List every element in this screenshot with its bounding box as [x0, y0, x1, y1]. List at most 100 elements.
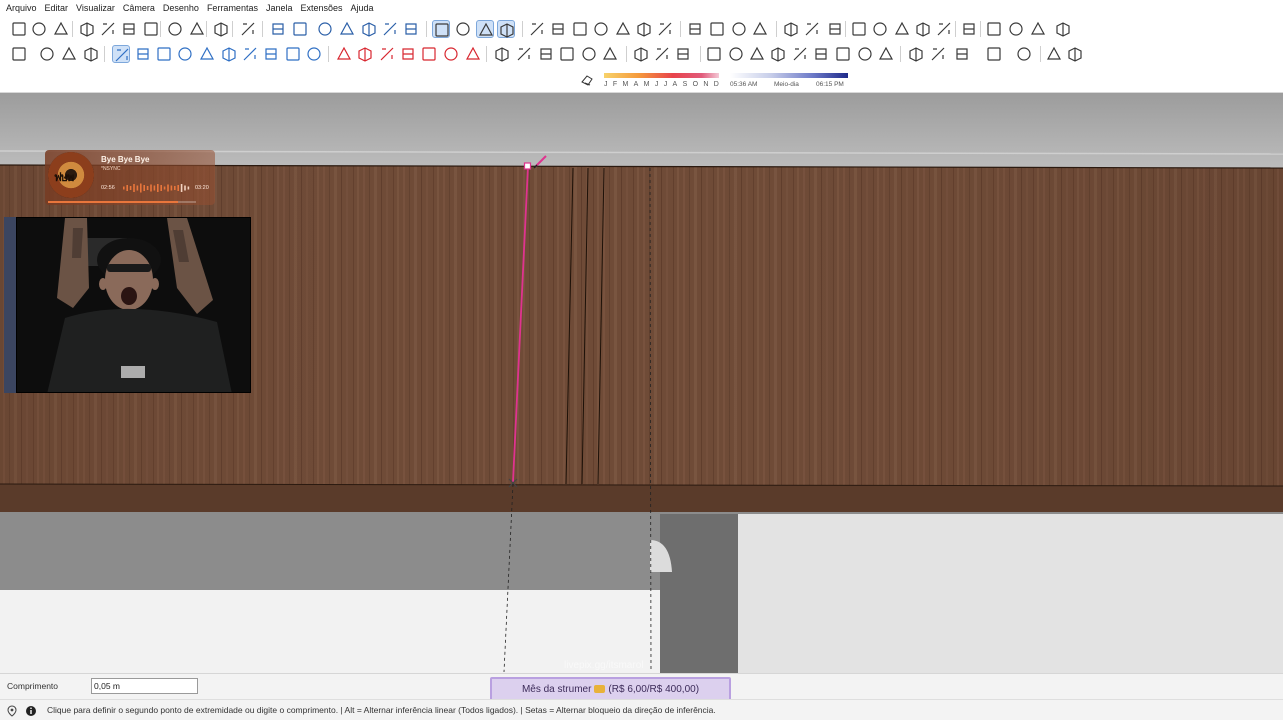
arc-icon[interactable]	[241, 45, 259, 63]
geolocation-icon[interactable]	[6, 704, 18, 717]
panel-icon[interactable]	[1045, 45, 1063, 63]
print-icon[interactable]	[212, 20, 230, 38]
outliner-icon[interactable]	[730, 20, 748, 38]
time-slider[interactable]	[730, 73, 848, 78]
box-icon[interactable]	[929, 45, 947, 63]
rotate-icon[interactable]	[378, 45, 396, 63]
plane-icon[interactable]	[907, 45, 925, 63]
cut-icon[interactable]	[78, 20, 96, 38]
section-fill-icon[interactable]	[592, 20, 610, 38]
cloud-icon[interactable]	[935, 20, 953, 38]
zoom-icon[interactable]	[674, 45, 692, 63]
polygon-icon[interactable]	[220, 45, 238, 63]
select-icon[interactable]	[10, 45, 28, 63]
shadow-toggle-icon[interactable]	[580, 73, 594, 87]
cart-icon[interactable]	[1029, 20, 1047, 38]
curve-icon[interactable]	[1015, 45, 1033, 63]
info-icon[interactable]	[25, 704, 37, 716]
scale-icon[interactable]	[420, 45, 438, 63]
menu-janela[interactable]: Janela	[266, 0, 293, 16]
help-icon[interactable]	[1007, 20, 1025, 38]
zoom-extents-icon[interactable]	[791, 45, 809, 63]
pie-icon[interactable]	[305, 45, 323, 63]
plus-circle-icon[interactable]	[850, 20, 868, 38]
paint-bucket-icon[interactable]	[38, 45, 56, 63]
move-cross-icon[interactable]	[60, 45, 78, 63]
extension-warehouse-icon[interactable]	[803, 20, 821, 38]
rectangle-icon[interactable]	[155, 45, 173, 63]
menu-camera[interactable]: Câmera	[123, 0, 155, 16]
section-cut-icon[interactable]	[571, 20, 589, 38]
move-icon[interactable]	[335, 45, 353, 63]
3d-viewport[interactable]: ฟษพ Bye Bye Bye *NSYNC 02:56 03:20 livep…	[0, 93, 1283, 673]
save-icon[interactable]	[52, 20, 70, 38]
circle-icon[interactable]	[198, 45, 216, 63]
back-edges-icon[interactable]	[454, 20, 472, 38]
left-view-icon[interactable]	[381, 20, 399, 38]
menu-arquivo[interactable]: Arquivo	[6, 0, 37, 16]
copy-icon[interactable]	[99, 20, 117, 38]
eye-icon[interactable]	[856, 45, 874, 63]
bottom-view-icon[interactable]	[402, 20, 420, 38]
top-view-icon[interactable]	[291, 20, 309, 38]
section-icon[interactable]	[834, 45, 852, 63]
follow-me-icon[interactable]	[399, 45, 417, 63]
shapes-icon[interactable]	[656, 20, 674, 38]
gear-components-icon[interactable]	[960, 20, 978, 38]
mirror-icon[interactable]	[985, 45, 1003, 63]
section-display-icon[interactable]	[614, 20, 632, 38]
flip-icon[interactable]	[464, 45, 482, 63]
date-slider[interactable]	[604, 73, 719, 78]
back-view-icon[interactable]	[360, 20, 378, 38]
eraser-icon[interactable]	[82, 45, 100, 63]
erase-icon[interactable]	[142, 20, 160, 38]
axes-icon[interactable]	[580, 45, 598, 63]
look-around-icon[interactable]	[727, 45, 745, 63]
text-icon[interactable]	[558, 45, 576, 63]
wireframe-icon[interactable]	[476, 20, 494, 38]
solid-icon[interactable]	[528, 20, 546, 38]
front-view-icon[interactable]	[316, 20, 334, 38]
menu-visualizar[interactable]: Visualizar	[76, 0, 115, 16]
menu-desenho[interactable]: Desenho	[163, 0, 199, 16]
redo-icon[interactable]	[188, 20, 206, 38]
paste-icon[interactable]	[120, 20, 138, 38]
group-icon[interactable]	[708, 20, 726, 38]
menu-editar[interactable]: Editar	[45, 0, 69, 16]
3pt-arc-icon[interactable]	[284, 45, 302, 63]
zoom-window-icon[interactable]	[769, 45, 787, 63]
position-camera-icon[interactable]	[748, 45, 766, 63]
tape-measure-icon[interactable]	[493, 45, 511, 63]
pan-icon[interactable]	[653, 45, 671, 63]
walk-icon[interactable]	[705, 45, 723, 63]
window-icon[interactable]	[985, 20, 1003, 38]
hidden-line-icon[interactable]	[497, 20, 515, 38]
xray-icon[interactable]	[432, 20, 450, 38]
dimension-icon[interactable]	[537, 45, 555, 63]
outer-shell-icon[interactable]	[893, 20, 911, 38]
3d-text-icon[interactable]	[601, 45, 619, 63]
open-file-icon[interactable]	[30, 20, 48, 38]
new-file-icon[interactable]	[10, 20, 28, 38]
orbit-icon[interactable]	[632, 45, 650, 63]
right-view-icon[interactable]	[338, 20, 356, 38]
freehand-icon[interactable]	[134, 45, 152, 63]
line-tool-icon[interactable]	[112, 45, 130, 63]
intersect-icon[interactable]	[914, 20, 932, 38]
shield-icon[interactable]	[871, 20, 889, 38]
component-icon[interactable]	[686, 20, 704, 38]
model-info-icon[interactable]	[239, 20, 257, 38]
section-plane-icon[interactable]	[549, 20, 567, 38]
previous-view-icon[interactable]	[812, 45, 830, 63]
measurements-input[interactable]	[91, 678, 198, 694]
iso-view-icon[interactable]	[269, 20, 287, 38]
undo-icon[interactable]	[166, 20, 184, 38]
offset-icon[interactable]	[442, 45, 460, 63]
2pt-arc-icon[interactable]	[262, 45, 280, 63]
settings-dots-icon[interactable]	[1066, 45, 1084, 63]
account-icon[interactable]	[1054, 20, 1072, 38]
rotated-rect-icon[interactable]	[176, 45, 194, 63]
person-icon[interactable]	[877, 45, 895, 63]
push-pull-icon[interactable]	[356, 45, 374, 63]
menu-ajuda[interactable]: Ajuda	[351, 0, 374, 16]
